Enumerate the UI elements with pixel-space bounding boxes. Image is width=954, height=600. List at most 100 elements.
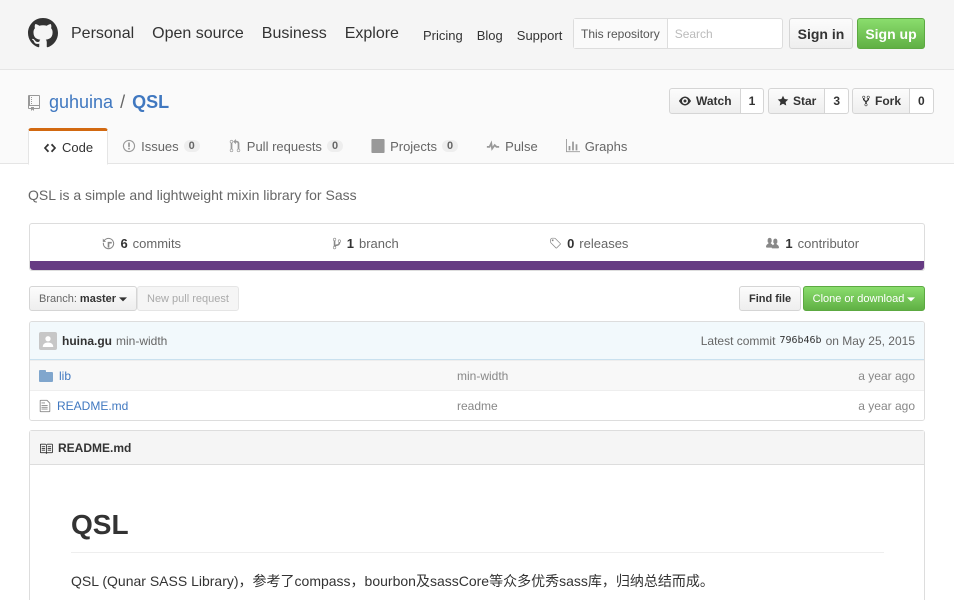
github-logo-icon[interactable] — [28, 18, 58, 48]
site-header: Personal Open source Business Explore Pr… — [0, 0, 954, 70]
tab-graphs[interactable]: Graphs — [552, 128, 642, 164]
star-icon — [777, 95, 789, 106]
avatar[interactable] — [39, 331, 57, 350]
sign-up-button[interactable]: Sign up — [857, 18, 925, 49]
contributor-label: contributor — [797, 235, 860, 251]
search-input[interactable] — [667, 26, 778, 41]
table-row: README.md readme a year ago — [30, 390, 924, 420]
tab-pull-requests-label: Pull requests — [246, 138, 322, 154]
readme-header: README.md — [30, 431, 924, 465]
tab-pulse[interactable]: Pulse — [472, 128, 552, 164]
clone-download-label: Clone or download — [812, 292, 905, 305]
branch-select-button[interactable]: Branch: master — [29, 286, 137, 311]
branch-summary[interactable]: 1 branch — [254, 236, 478, 251]
branch-prefix: Branch: — [39, 292, 77, 305]
branch-name: master — [79, 292, 116, 305]
tag-icon — [550, 237, 561, 248]
sign-in-button[interactable]: Sign in — [789, 18, 853, 49]
commits-label: commits — [132, 235, 182, 251]
watch-action: Watch 1 — [669, 88, 765, 114]
people-icon — [766, 237, 780, 248]
star-label: Star — [793, 94, 817, 108]
tab-pull-requests[interactable]: Pull requests 0 — [214, 128, 357, 164]
nav-support[interactable]: Support — [517, 28, 563, 43]
watch-button[interactable]: Watch — [669, 88, 741, 114]
fork-label: Fork — [875, 94, 902, 108]
tab-issues[interactable]: Issues 0 — [108, 128, 214, 164]
table-row: lib min-width a year ago — [30, 360, 924, 390]
releases-count: 0 — [567, 235, 575, 251]
commit-message[interactable]: min-width — [116, 334, 167, 348]
nav-explore[interactable]: Explore — [345, 25, 399, 43]
file-name[interactable]: README.md — [57, 399, 128, 413]
file-name[interactable]: lib — [59, 369, 71, 383]
readme-divider — [71, 552, 884, 553]
tab-projects[interactable]: Projects 0 — [357, 128, 472, 164]
file-entry-lib[interactable]: lib — [39, 369, 457, 383]
search-box: This repository — [573, 18, 783, 49]
secondary-nav: Pricing Blog Support — [423, 28, 562, 43]
repo-name-link[interactable]: QSL — [132, 92, 169, 113]
watch-count[interactable]: 1 — [740, 88, 765, 114]
code-icon — [43, 143, 57, 152]
latest-commit-label: Latest commit — [700, 333, 776, 348]
pull-request-icon — [229, 139, 241, 153]
language-bar[interactable] — [30, 261, 924, 270]
nav-personal[interactable]: Personal — [71, 25, 134, 43]
readme-paragraph: QSL (Qunar SASS Library)，参考了compass，bour… — [71, 573, 714, 589]
person-icon — [42, 335, 54, 347]
projects-counter: 0 — [442, 140, 459, 152]
file-commit-message[interactable]: readme — [457, 399, 858, 413]
nav-pricing[interactable]: Pricing — [423, 28, 463, 43]
fork-icon — [862, 95, 870, 107]
file-age: a year ago — [858, 368, 915, 383]
clone-download-button[interactable]: Clone or download — [803, 286, 925, 311]
repo-icon — [28, 94, 40, 111]
star-button[interactable]: Star — [768, 88, 826, 114]
branch-count: 1 — [346, 235, 354, 251]
repo-description: QSL is a simple and lightweight mixin li… — [28, 187, 357, 203]
fork-button[interactable]: Fork — [852, 88, 911, 114]
graph-icon — [565, 139, 580, 153]
readme-heading: QSL — [71, 509, 129, 540]
contributor-count: 1 — [785, 235, 793, 251]
issues-counter: 0 — [183, 140, 200, 152]
commits-count: 6 — [120, 235, 128, 251]
file-commit-message[interactable]: min-width — [457, 369, 858, 383]
file-age: a year ago — [858, 398, 915, 413]
readme-panel: README.md QSL QSL (Qunar SASS Library)，参… — [29, 430, 925, 600]
repo-owner-link[interactable]: guhuina — [49, 92, 113, 113]
project-icon — [371, 139, 385, 153]
readme-title: README.md — [58, 440, 132, 455]
file-entry-readme[interactable]: README.md — [39, 399, 457, 413]
pull-requests-counter: 0 — [326, 140, 344, 152]
repo-tabs: Code Issues 0 Pull requests 0 Projects 0… — [28, 128, 642, 165]
nav-open-source[interactable]: Open source — [152, 25, 244, 43]
folder-icon — [39, 369, 53, 382]
find-file-button[interactable]: Find file — [739, 286, 802, 311]
commits-summary[interactable]: 6 commits — [30, 236, 254, 251]
repo-summary: 6 commits 1 branch 0 releases 1 contribu… — [29, 223, 925, 271]
nav-business[interactable]: Business — [262, 25, 327, 43]
latest-commit: Latest commit 796b46b on May 25, 2015 — [701, 334, 915, 348]
commit-author[interactable]: huina.gu — [62, 334, 112, 348]
tab-graphs-label: Graphs — [584, 138, 628, 154]
releases-summary[interactable]: 0 releases — [477, 236, 701, 251]
caret-down-icon — [119, 296, 127, 301]
fork-count[interactable]: 0 — [910, 88, 934, 114]
repo-path-separator: / — [120, 92, 126, 112]
watch-label: Watch — [696, 94, 732, 108]
nav-blog[interactable]: Blog — [477, 28, 503, 43]
repo-header: guhuina / QSL Watch 1 Star 3 Fork 0 Code… — [0, 70, 954, 165]
pulse-icon — [487, 140, 500, 151]
fork-action: Fork 0 — [852, 88, 934, 114]
star-action: Star 3 — [768, 88, 850, 114]
tab-code-label: Code — [62, 140, 94, 155]
releases-label: releases — [579, 235, 629, 251]
commit-sha[interactable]: 796b46b — [779, 335, 821, 346]
tab-code[interactable]: Code — [28, 128, 109, 165]
contributors-summary[interactable]: 1 contributor — [701, 236, 925, 251]
star-count[interactable]: 3 — [825, 88, 850, 114]
new-pull-request-button[interactable]: New pull request — [137, 286, 239, 311]
commit-date: on May 25, 2015 — [825, 333, 915, 348]
